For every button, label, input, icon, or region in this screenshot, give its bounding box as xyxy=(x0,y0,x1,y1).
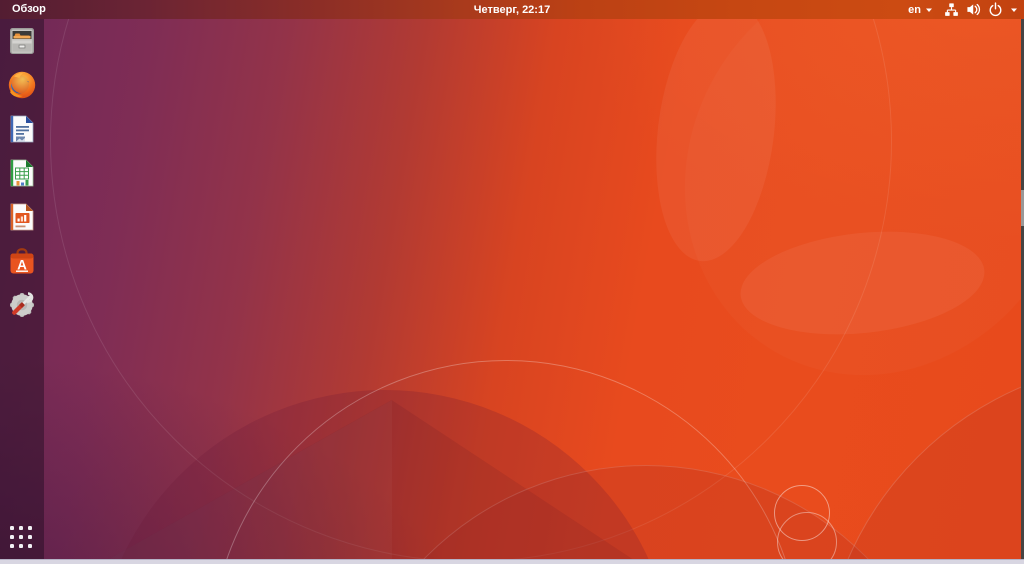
libreoffice-impress-icon xyxy=(10,203,34,231)
dock: A xyxy=(0,19,44,564)
wallpaper-small-ring xyxy=(777,512,837,564)
dock-item-firefox[interactable] xyxy=(6,69,38,101)
ubuntu-software-icon: A xyxy=(10,248,34,274)
libreoffice-calc-icon xyxy=(10,159,34,187)
top-bar: Обзор Четверг, 22:17 en xyxy=(0,0,1024,19)
wallpaper-dark-circle xyxy=(820,360,1024,564)
dock-item-ubuntu-software[interactable]: A xyxy=(6,245,38,277)
activities-button[interactable]: Обзор xyxy=(0,0,58,19)
keyboard-layout-button[interactable]: en xyxy=(908,4,933,16)
system-tools-icon xyxy=(10,292,34,317)
system-menu-button[interactable] xyxy=(944,2,1018,17)
dock-item-files[interactable] xyxy=(6,25,38,57)
chevron-down-icon xyxy=(1011,8,1017,12)
desktop: Обзор Четверг, 22:17 en A xyxy=(0,0,1024,564)
system-tray: en xyxy=(908,0,1018,19)
show-apps-button[interactable] xyxy=(10,526,34,550)
dock-item-libreoffice-calc[interactable] xyxy=(6,157,38,189)
dock-item-libreoffice-impress[interactable] xyxy=(6,201,38,233)
software-letter: A xyxy=(17,258,27,273)
power-icon xyxy=(989,2,1002,17)
chevron-down-icon xyxy=(926,8,932,12)
dock-item-libreoffice-writer[interactable] xyxy=(6,113,38,145)
volume-icon xyxy=(967,3,981,16)
keyboard-layout-label: en xyxy=(908,3,921,16)
firefox-icon xyxy=(8,71,36,99)
dock-item-system-tools[interactable] xyxy=(6,289,38,321)
libreoffice-writer-icon xyxy=(10,115,34,143)
bottom-window-edge xyxy=(0,559,1024,564)
files-icon xyxy=(10,28,34,54)
network-wired-icon xyxy=(945,3,958,16)
app-grid-icon xyxy=(10,526,14,530)
clock-button[interactable]: Четверг, 22:17 xyxy=(0,4,1024,16)
